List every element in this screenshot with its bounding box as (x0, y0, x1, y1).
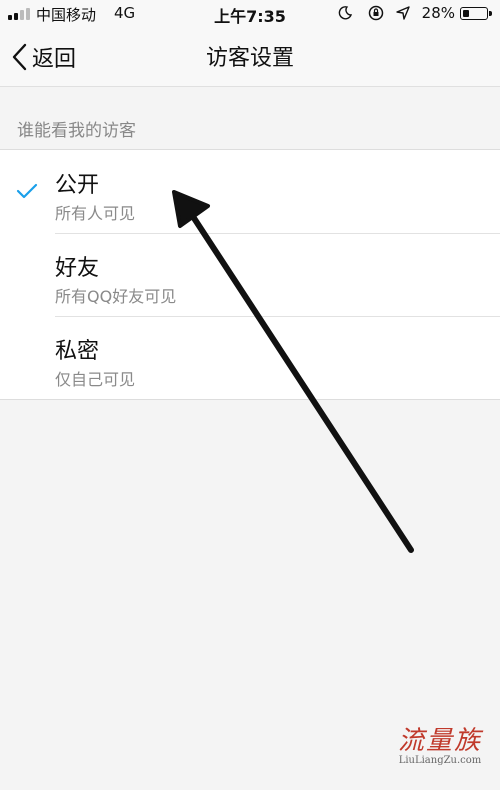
location-arrow-icon (396, 6, 410, 20)
section-header: 谁能看我的访客 (17, 121, 136, 141)
option-friends[interactable]: 好友 所有QQ好友可见 (0, 233, 500, 316)
battery-percent: 28% (421, 4, 455, 22)
option-title: 私密 (55, 339, 100, 364)
rotation-lock-icon (368, 5, 384, 21)
watermark: 流量族 LiuLiangZu.com (398, 720, 482, 766)
battery-fill (463, 10, 469, 17)
visibility-options-list: 公开 所有人可见 好友 所有QQ好友可见 私密 仅自己可见 (0, 149, 500, 400)
battery-icon (460, 7, 492, 20)
status-icons (338, 4, 418, 24)
option-subtitle: 所有QQ好友可见 (55, 287, 177, 306)
option-title: 公开 (55, 173, 100, 198)
navigation-bar: 返回 访客设置 (0, 28, 500, 87)
option-subtitle: 所有人可见 (55, 204, 136, 223)
option-title: 好友 (55, 256, 100, 281)
watermark-url: LiuLiangZu.com (398, 755, 482, 766)
watermark-logo: 流量族 (397, 726, 482, 756)
checkmark-icon (16, 183, 38, 199)
page-title: 访客设置 (205, 46, 294, 71)
option-public[interactable]: 公开 所有人可见 (0, 150, 500, 233)
status-bar: 中国移动 4G 上午7:35 28% (0, 0, 500, 28)
moon-icon (338, 6, 352, 20)
option-private[interactable]: 私密 仅自己可见 (0, 316, 500, 399)
option-subtitle: 仅自己可见 (55, 370, 136, 389)
